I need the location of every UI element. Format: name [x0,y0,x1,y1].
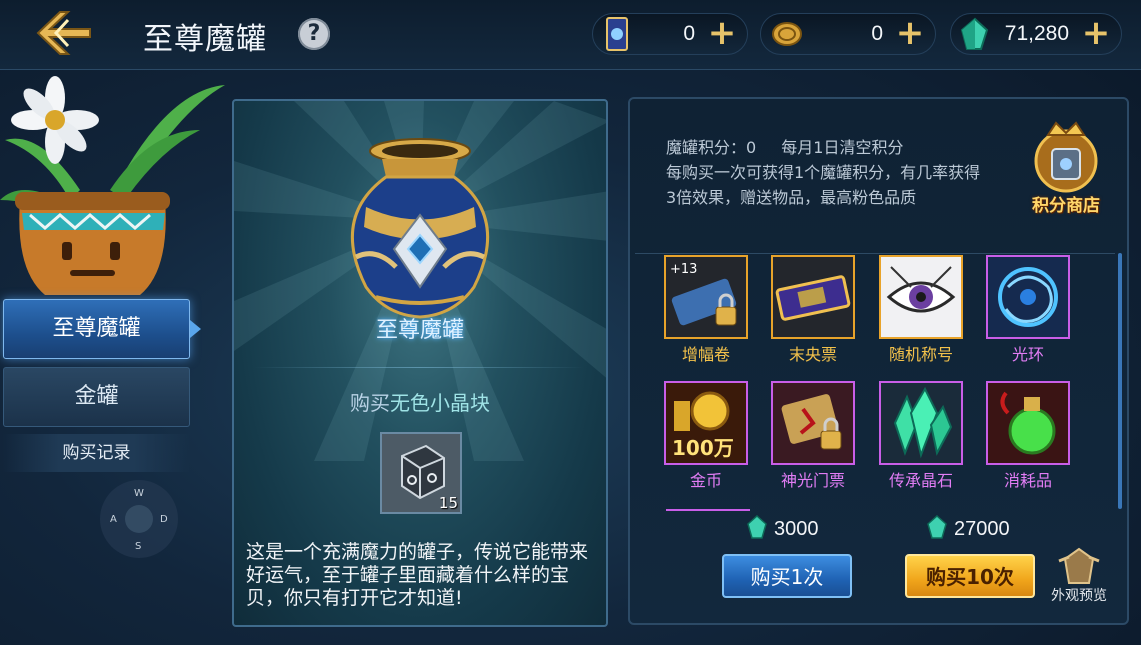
gold-badge: 100万 [672,436,734,460]
compass-d: D [160,514,168,525]
resource-coins: 0 + [760,13,936,55]
back-button[interactable] [28,6,98,60]
single-price: 3000 [746,514,819,541]
tickets-value: 0 [683,22,695,45]
appearance-preview-button[interactable]: 外观预览 [1045,545,1113,607]
compass-a: A [110,514,117,525]
shop-crest-icon [1034,121,1098,193]
item-frame [986,255,1070,339]
colorless-crystal-slot[interactable]: 15 [380,432,462,514]
reward-item-consumable[interactable]: 消耗品 [986,381,1070,490]
buy-once-button[interactable]: 购买1次 [722,554,852,598]
locked-ticket-icon [781,394,842,450]
item-name: 金币 [689,471,722,490]
item-frame [879,255,963,339]
item-frame: +13 [664,255,748,339]
item-name: 末央票 [788,345,837,364]
tab-gold-jar[interactable]: 金罐 [3,367,190,427]
tab-supreme-jar[interactable]: 至尊魔罐 [3,299,201,359]
points-label: 魔罐积分：0 [666,138,757,157]
armor-preview-icon [1058,547,1100,584]
wasd-compass: W A D S [98,478,180,560]
reward-item-aura[interactable]: 光环 [986,255,1070,364]
item-name: 光环 [1011,345,1044,364]
item-name: 传承晶石 [888,471,953,490]
item-name: 增幅卷 [681,345,730,364]
item-frame [879,381,963,465]
supreme-jar-icon[interactable] [336,137,504,323]
green-crystal-icon [747,514,767,539]
divider [254,367,584,368]
reward-item-inherit-crystal[interactable]: 传承晶石 [879,381,963,490]
ten-price-value: 27000 [954,518,1010,540]
reward-item-gold[interactable]: 100万 金币 [664,381,748,490]
buy-ten-button[interactable]: 购买10次 [905,554,1035,598]
reward-scrollbar[interactable] [1118,253,1122,509]
preview-label: 外观预览 [1051,588,1107,604]
buy-item-name: 无色小晶块 [390,391,490,415]
jar-panel: 至尊魔罐 购买无色小晶块 15 这是一个充满魔力的罐子，传说它能带来好运气，至于… [232,99,608,627]
reward-item-ticket[interactable]: 末央票 [771,255,855,364]
add-crystals-button[interactable]: + [1079,16,1113,51]
top-bar: 至尊魔罐 ? 0 + 0 + 71,280 + [0,0,1141,70]
reset-note: 每月1日清空积分 [781,138,904,157]
ticket-icon [775,275,851,321]
item-frame [986,381,1070,465]
green-crystal-icon [927,514,947,539]
crystal-icon [893,386,953,459]
item-frame [771,255,855,339]
single-price-value: 3000 [774,518,819,540]
item-frame [771,381,855,465]
buy-item-line: 购买无色小晶块 [234,387,606,416]
shop-label: 积分商店 [1032,196,1100,216]
reward-item-random-title[interactable]: 随机称号 [879,255,963,364]
add-tickets-button[interactable]: + [705,16,739,51]
flower-pot-mascot [0,76,225,295]
buy-prefix: 购买 [350,391,390,415]
item-name: 消耗品 [1003,471,1052,490]
add-coins-button[interactable]: + [893,16,927,51]
reward-item-amplify-scroll[interactable]: +13 增幅卷 [664,255,748,364]
potion-icon [1000,391,1056,455]
aura-icon [998,267,1058,327]
jar-name: 至尊魔罐 [375,318,464,343]
crystal-count: 15 [438,494,458,512]
green-crystal-icon [960,17,989,50]
item-name: 随机称号 [888,345,953,364]
points-shop-button[interactable]: 积分商店 [1018,119,1114,219]
compass-w: W [134,488,144,499]
gold-coins-icon: 100万 [672,391,734,460]
back-arrow-icon [36,11,91,55]
ten-price: 27000 [926,514,1010,541]
card-ticket-icon [606,17,628,51]
rule-text: 每购买一次可获得1个魔罐积分，有几率获得3倍效果，赠送物品，最高粉色品质 [666,163,981,207]
resource-crystals: 71,280 + [950,13,1122,55]
reward-panel: 魔罐积分：0 每月1日清空积分 每购买一次可获得1个魔罐积分，有几率获得3倍效果… [628,97,1129,625]
amplify-scroll-icon: +13 [670,262,737,326]
title-eye-icon [886,266,956,313]
resource-tickets: 0 + [592,13,748,55]
reward-item-divine-ticket[interactable]: 神光门票 [771,381,855,490]
help-button[interactable]: ? [298,18,330,50]
crystals-value: 71,280 [1004,22,1069,45]
points-info: 魔罐积分：0 每月1日清空积分 每购买一次可获得1个魔罐积分，有几率获得3倍效果… [666,135,981,210]
amplify-badge: +13 [670,262,697,277]
item-frame: 100万 [664,381,748,465]
coins-value: 0 [871,22,883,45]
page-title: 至尊魔罐 [143,22,267,57]
item-name: 神光门票 [780,471,845,490]
jar-description: 这是一个充满魔力的罐子，传说它能带来好运气，至于罐子里面藏着什么样的宝贝，你只有… [246,541,589,609]
purchase-record-tab[interactable]: 购买记录 [3,434,190,472]
item-divider [666,509,750,511]
gold-coin-icon [772,22,802,46]
compass-s: S [135,541,142,552]
